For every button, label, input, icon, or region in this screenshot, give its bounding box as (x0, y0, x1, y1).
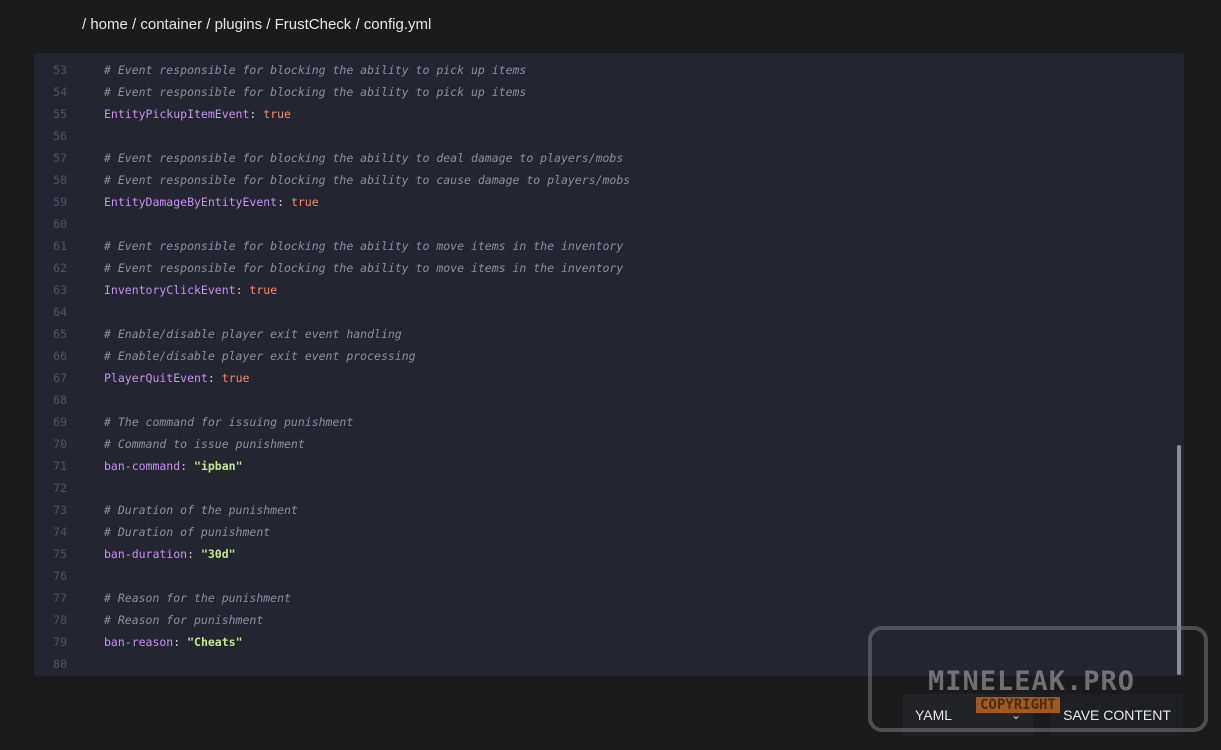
yaml-key: EntityPickupItemEvent (104, 107, 250, 121)
line-content: # Duration of punishment (104, 521, 270, 543)
line-content: # Event responsible for blocking the abi… (104, 147, 623, 169)
line-content: # Event responsible for blocking the abi… (104, 81, 526, 103)
line-content: # Event responsible for blocking the abi… (104, 257, 623, 279)
yaml-comment: # Event responsible for blocking the abi… (104, 85, 527, 99)
yaml-key: InventoryClickEvent (104, 283, 236, 297)
line-content: EntityPickupItemEvent: true (104, 103, 291, 125)
yaml-separator: : (207, 371, 222, 385)
line-content: # Event responsible for blocking the abi… (104, 59, 526, 81)
yaml-comment: # Event responsible for blocking the abi… (104, 151, 624, 165)
yaml-key: EntityDamageByEntityEvent (104, 195, 278, 209)
yaml-comment: # Duration of punishment (104, 525, 271, 539)
line-number: 59 (53, 195, 67, 209)
line-number: 71 (53, 459, 67, 473)
line-content: # Event responsible for blocking the abi… (104, 169, 630, 191)
line-number: 68 (53, 393, 67, 407)
yaml-key: PlayerQuitEvent (104, 371, 208, 385)
save-content-button[interactable]: SAVE CONTENT (1051, 694, 1183, 736)
yaml-comment: # Reason for the punishment (104, 591, 291, 605)
line-content: EntityDamageByEntityEvent: true (104, 191, 319, 213)
language-select-value: YAML (915, 707, 953, 723)
yaml-separator: : (249, 107, 264, 121)
line-content: # Reason for the punishment (104, 587, 291, 609)
line-number: 66 (53, 349, 67, 363)
yaml-key: ban-reason (104, 635, 174, 649)
yaml-comment: # Event responsible for blocking the abi… (104, 239, 624, 253)
line-number: 61 (53, 239, 67, 253)
yaml-key: ban-duration (104, 547, 188, 561)
line-number: 58 (53, 173, 67, 187)
breadcrumb[interactable]: / home / container / plugins / FrustChec… (82, 16, 431, 36)
line-content: ban-command: "ipban" (104, 455, 243, 477)
line-number: 79 (53, 635, 67, 649)
line-number: 53 (53, 63, 67, 77)
yaml-comment: # Duration of the punishment (104, 503, 298, 517)
yaml-value: "ipban" (194, 459, 243, 473)
line-number: 67 (53, 371, 67, 385)
line-content: # Duration of the punishment (104, 499, 298, 521)
line-content: ban-reason: "Cheats" (104, 631, 243, 653)
code-editor[interactable]: 53 # Event responsible for blocking the a… (34, 53, 1184, 676)
line-number: 69 (53, 415, 67, 429)
yaml-value: true (221, 371, 250, 385)
line-number: 55 (53, 107, 67, 121)
chevron-down-icon: ⌄ (1010, 708, 1021, 722)
line-number: 72 (53, 481, 67, 495)
editor-scrollbar[interactable] (1177, 445, 1181, 675)
yaml-separator: : (187, 547, 201, 561)
yaml-value: "Cheats" (187, 635, 243, 649)
yaml-comment: # Event responsible for blocking the abi… (104, 261, 624, 275)
yaml-comment: # Event responsible for blocking the abi… (104, 63, 527, 77)
line-number: 70 (53, 437, 67, 451)
yaml-comment: # Event responsible for blocking the abi… (104, 173, 631, 187)
yaml-comment: # Enable/disable player exit event proce… (104, 349, 416, 363)
line-content: # Event responsible for blocking the abi… (104, 235, 623, 257)
language-select[interactable]: YAML ⌄ (903, 694, 1033, 736)
line-number: 60 (53, 217, 67, 231)
line-number: 74 (53, 525, 67, 539)
line-number: 64 (53, 305, 67, 319)
line-content: ban-duration: "30d" (104, 543, 236, 565)
yaml-comment: # Command to issue punishment (104, 437, 305, 451)
yaml-value: true (290, 195, 319, 209)
yaml-key: ban-command (104, 459, 181, 473)
yaml-value: "30d" (200, 547, 236, 561)
line-content: # Enable/disable player exit event proce… (104, 345, 416, 367)
line-number: 80 (53, 657, 67, 671)
yaml-separator: : (173, 635, 188, 649)
line-number: 56 (53, 129, 67, 143)
yaml-value: true (263, 107, 291, 121)
yaml-comment: # Reason for punishment (104, 613, 264, 627)
line-content: # The command for issuing punishment (104, 411, 353, 433)
yaml-comment: # The command for issuing punishment (104, 415, 354, 429)
line-number: 65 (53, 327, 67, 341)
yaml-separator: : (180, 459, 195, 473)
yaml-separator: : (235, 283, 250, 297)
line-number: 78 (53, 613, 67, 627)
yaml-separator: : (277, 195, 291, 209)
line-number: 75 (53, 547, 67, 561)
line-content: # Reason for punishment (104, 609, 263, 631)
yaml-value: true (249, 283, 278, 297)
line-number: 73 (53, 503, 67, 517)
line-number: 62 (53, 261, 67, 275)
line-number: 63 (53, 283, 67, 297)
line-content: PlayerQuitEvent: true (104, 367, 249, 389)
line-content: # Enable/disable player exit event handl… (104, 323, 402, 345)
line-number: 57 (53, 151, 67, 165)
line-content: InventoryClickEvent: true (104, 279, 277, 301)
line-number: 77 (53, 591, 67, 605)
line-number: 54 (53, 85, 67, 99)
line-content: # Command to issue punishment (104, 433, 305, 455)
line-number: 76 (53, 569, 67, 583)
yaml-comment: # Enable/disable player exit event handl… (104, 327, 402, 341)
